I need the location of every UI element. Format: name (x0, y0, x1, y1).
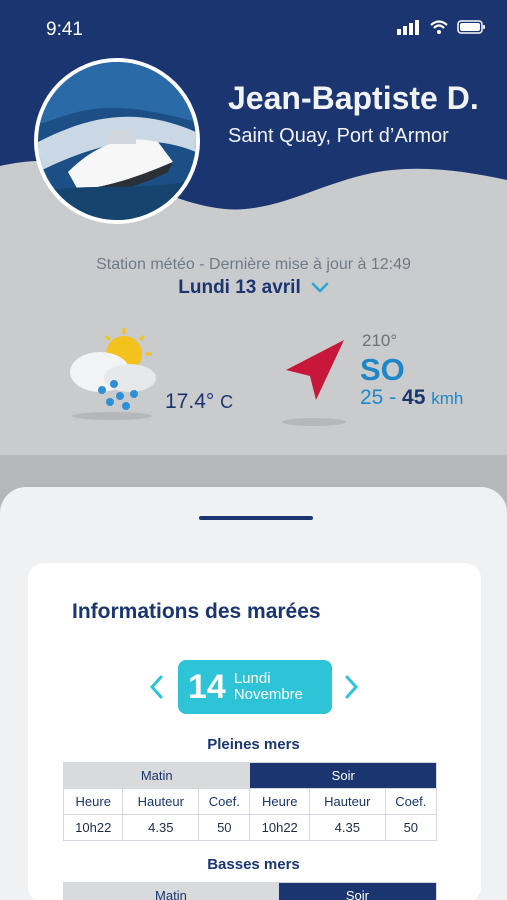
evening-header: Soir (249, 762, 437, 789)
column-header: Heure (62, 788, 124, 815)
tide-month: Novembre (233, 686, 304, 703)
high-tides-title: Pleines mers (207, 736, 300, 753)
profile-location: Saint Quay, Port d’Armor (228, 125, 449, 147)
boat-photo (38, 62, 196, 220)
evening-header: Soir (277, 882, 438, 900)
wind-direction: SO (360, 352, 405, 387)
column-header: Heure (249, 788, 310, 815)
station-update-text: Station météo - Dernière mise à jour à 1… (96, 256, 411, 273)
status-bar-time: 9:41 (46, 19, 83, 40)
sheet-drag-handle[interactable] (199, 516, 313, 520)
signal-icon (397, 20, 419, 35)
chevron-right-icon[interactable] (344, 674, 360, 700)
tide-day-chip[interactable]: 14 Lundi Novembre (178, 660, 332, 714)
wind-degrees: 210° (362, 331, 398, 350)
morning-header: Matin (63, 882, 279, 900)
table-cell: 50 (384, 814, 438, 841)
tide-day-number: 14 (188, 667, 226, 706)
battery-icon (457, 20, 485, 34)
morning-header: Matin (62, 762, 251, 789)
temperature: 17.4° C (165, 390, 233, 414)
table-cell: 4.35 (122, 814, 200, 841)
chevron-down-icon[interactable] (311, 282, 329, 294)
temperature-unit: C (220, 392, 234, 412)
wind-speed-max: 45 (402, 386, 426, 409)
column-header: Hauteur (308, 788, 386, 815)
date-label: Lundi 13 avril (178, 277, 301, 298)
tide-day-text: Lundi Novembre (234, 671, 303, 703)
high-tides-table: Matin Soir Heure Hauteur Coef. Heure Hau… (62, 762, 438, 841)
tide-day-navigator: 14 Lundi Novembre (148, 660, 362, 714)
table-cell: 10h22 (249, 814, 310, 841)
wind-speed: 25 - 45 kmh (360, 386, 463, 410)
table-header-row: Matin Soir (63, 882, 438, 900)
tides-title: Informations des marées (72, 600, 321, 623)
wind-speed-min: 25 - (360, 386, 397, 409)
low-tides-table: Matin Soir (63, 882, 438, 900)
wind-speed-unit: kmh (431, 389, 464, 408)
wind-direction-arrow-icon (282, 340, 346, 426)
profile-header: 9:41 Jean-Baptiste D. Saint Quay, Port d… (0, 0, 507, 240)
column-header: Coef. (384, 788, 438, 815)
chevron-left-icon[interactable] (148, 674, 164, 700)
tide-day-name: Lundi (233, 670, 271, 687)
sun-cloud-rain-icon (70, 328, 156, 420)
table-column-row: Heure Hauteur Coef. Heure Hauteur Coef. (62, 788, 438, 815)
column-header: Coef. (198, 788, 251, 815)
low-tides-title: Basses mers (207, 856, 300, 873)
table-cell: 50 (198, 814, 251, 841)
date-selector[interactable]: Lundi 13 avril (0, 277, 507, 299)
table-header-row: Matin Soir (62, 762, 437, 789)
wifi-icon (430, 20, 448, 34)
profile-name: Jean-Baptiste D. (228, 80, 479, 116)
table-row: 10h22 4.35 50 10h22 4.35 50 (62, 814, 438, 841)
table-cell: 10h22 (62, 814, 124, 841)
temperature-value: 17.4° (165, 390, 215, 413)
column-header: Hauteur (122, 788, 200, 815)
avatar[interactable] (34, 58, 200, 224)
table-cell: 4.35 (308, 814, 386, 841)
status-bar-icons (397, 19, 487, 35)
